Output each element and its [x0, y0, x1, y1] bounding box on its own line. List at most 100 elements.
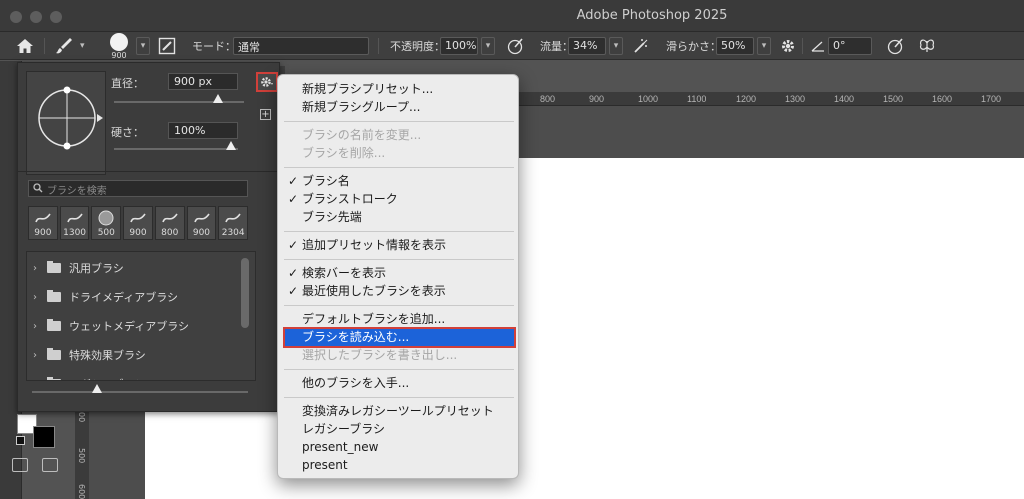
recent-brush-thumbnail[interactable]: 1300 — [59, 206, 90, 240]
menu-item-label: 他のブラシを入手... — [302, 376, 410, 390]
brush-tip-preview[interactable] — [26, 71, 106, 175]
opacity-field[interactable]: 100% — [440, 37, 478, 55]
menu-item[interactable]: 新規ブラシプリセット... — [284, 81, 514, 98]
new-preset-from-brush-button[interactable]: + — [260, 109, 271, 120]
smoothing-field[interactable]: 50% — [716, 37, 754, 55]
menu-item: ブラシを削除... — [284, 145, 514, 162]
hardness-slider[interactable] — [114, 141, 238, 150]
brush-picker-dropdown[interactable]: ▾ — [136, 32, 150, 60]
recent-brush-size: 1300 — [63, 228, 87, 238]
screen-mode-icon[interactable] — [42, 458, 58, 472]
brush-folder-item[interactable]: › レガシーブラシ — [27, 370, 242, 381]
separator — [378, 38, 379, 54]
menu-item[interactable]: ✓ 検索バーを表示 — [284, 265, 514, 282]
recent-brush-thumbnail[interactable]: 900 — [186, 206, 217, 240]
menu-item[interactable]: 新規ブラシグループ... — [284, 99, 514, 116]
hardness-slider-thumb[interactable] — [226, 141, 236, 150]
brush-settings-toggle[interactable] — [158, 32, 176, 60]
vertical-ruler-label: 500 — [77, 448, 86, 464]
quick-mask-icon[interactable] — [12, 458, 28, 472]
folder-icon — [47, 319, 61, 331]
thumbnail-size-slider[interactable] — [32, 384, 248, 393]
brush-search-input[interactable]: ブラシを検索 — [28, 180, 248, 197]
brush-folder-label: レガシーブラシ — [69, 376, 145, 380]
tool-preset-picker[interactable]: ▾ — [54, 32, 85, 60]
menu-item-label: デフォルトブラシを追加... — [302, 312, 446, 326]
folder-icon — [47, 377, 61, 380]
menu-item-label: ブラシを読み込む... — [302, 330, 410, 344]
checkmark-icon: ✓ — [288, 238, 299, 252]
menu-item[interactable]: ブラシ先端 — [284, 209, 514, 226]
brush-stroke-icon — [161, 210, 179, 226]
opacity-dropdown[interactable]: ▾ — [481, 37, 495, 55]
recent-brush-thumbnail[interactable]: 900 — [28, 206, 58, 240]
window-title: Adobe Photoshop 2025 — [576, 8, 728, 23]
title-bar: Adobe Photoshop 2025 — [0, 0, 1024, 32]
menu-item[interactable]: レガシーブラシ — [284, 421, 514, 438]
brush-folder-item[interactable]: › 特殊効果ブラシ — [27, 341, 242, 369]
menu-separator — [284, 121, 514, 122]
folder-list-scrollbar[interactable] — [241, 258, 249, 328]
chevron-right-icon[interactable]: › — [33, 350, 43, 361]
menu-item[interactable]: 他のブラシを入手... — [284, 375, 514, 392]
pen-pressure-size-icon — [887, 38, 903, 55]
angle-icon — [811, 41, 824, 52]
brush-panel-flyout-menu: 新規ブラシプリセット... 新規ブラシグループ... ブラシの名前を変更... ブラシ… — [277, 74, 519, 479]
symmetry-button[interactable] — [918, 32, 936, 60]
recent-brush-thumbnail[interactable]: 800 — [154, 206, 185, 240]
smoothing-label: 滑らかさ： — [666, 40, 721, 53]
diameter-slider-thumb[interactable] — [213, 94, 223, 103]
brush-preset-picker[interactable]: 900 — [110, 32, 128, 60]
chevron-right-icon[interactable]: › — [33, 263, 43, 274]
default-colors-icon[interactable] — [16, 436, 25, 445]
hardness-label: 硬さ： — [111, 126, 144, 139]
pressure-opacity-button[interactable] — [506, 32, 524, 60]
recent-brush-size: 900 — [192, 228, 211, 238]
menu-separator — [284, 167, 514, 168]
mode-select[interactable]: 通常 — [233, 37, 369, 55]
brush-angle-roundness-icon — [38, 86, 103, 150]
diameter-field[interactable]: 900 px — [168, 73, 238, 90]
menu-item-label: ブラシストローク — [302, 192, 398, 206]
chevron-right-icon[interactable]: › — [33, 379, 43, 381]
flow-dropdown[interactable]: ▾ — [609, 37, 623, 55]
plus-icon: + — [261, 109, 270, 120]
brush-folder-item[interactable]: › ウェットメディアブラシ — [27, 312, 242, 340]
background-color-swatch[interactable] — [33, 426, 55, 448]
smoothing-dropdown[interactable]: ▾ — [757, 37, 771, 55]
brush-folder-item[interactable]: › 汎用ブラシ — [27, 254, 242, 282]
checkmark-icon: ✓ — [288, 192, 299, 206]
home-button[interactable] — [16, 32, 34, 60]
menu-item[interactable]: ブラシを読み込む... — [283, 327, 516, 348]
recent-brush-thumbnail[interactable]: 500 — [91, 206, 122, 240]
menu-item[interactable]: 変換済みレガシーツールプリセット — [284, 403, 514, 420]
brush-panel-menu-button[interactable] — [256, 72, 278, 92]
menu-item[interactable]: present_new — [284, 439, 514, 456]
menu-item[interactable]: デフォルトブラシを追加... — [284, 311, 514, 328]
menu-item[interactable]: ✓ ブラシストローク — [284, 191, 514, 208]
flow-field[interactable]: 34% — [568, 37, 606, 55]
chevron-down-icon: ▾ — [136, 37, 150, 55]
menu-item[interactable]: present — [284, 457, 514, 474]
recent-brush-thumbnail[interactable]: 2304 — [218, 206, 249, 240]
diameter-slider[interactable] — [114, 94, 244, 103]
brush-stroke-icon — [97, 210, 115, 226]
recent-brush-thumbnail[interactable]: 900 — [123, 206, 153, 240]
brush-folder-item[interactable]: › ドライメディアブラシ — [27, 283, 242, 311]
pressure-size-button[interactable] — [886, 32, 904, 60]
panel-divider — [18, 171, 281, 172]
angle-field[interactable]: 0° — [828, 37, 872, 55]
smoothing-options-button[interactable] — [780, 32, 796, 60]
menu-separator — [284, 305, 514, 306]
ruler-tick-label: 1000 — [638, 94, 659, 104]
thumbnail-size-slider-thumb[interactable] — [92, 384, 102, 393]
brush-folder-label: 汎用ブラシ — [69, 262, 124, 275]
chevron-right-icon[interactable]: › — [33, 321, 43, 332]
menu-item[interactable]: ✓ 最近使用したブラシを表示 — [284, 283, 514, 300]
chevron-right-icon[interactable]: › — [33, 292, 43, 303]
brush-stroke-icon — [66, 210, 84, 226]
hardness-field[interactable]: 100% — [168, 122, 238, 139]
menu-item[interactable]: ✓ 追加プリセット情報を表示 — [284, 237, 514, 254]
airbrush-button[interactable] — [632, 32, 650, 60]
menu-item[interactable]: ✓ ブラシ名 — [284, 173, 514, 190]
